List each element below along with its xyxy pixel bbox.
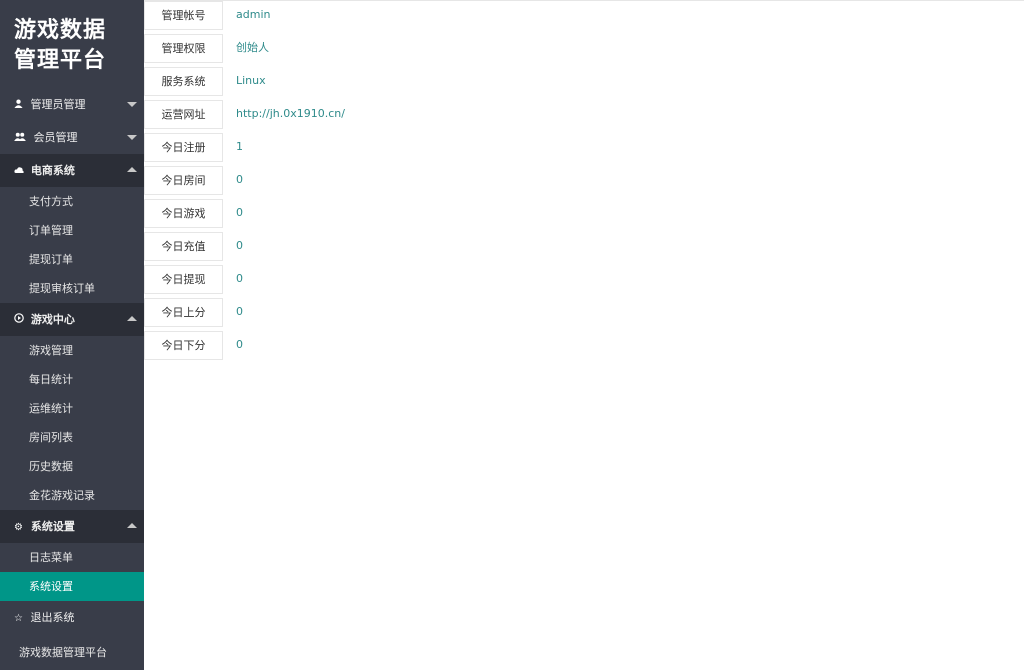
nav-item-payment-methods[interactable]: 支付方式 (0, 187, 144, 216)
info-row-today-credit-up: 今日上分 0 (144, 298, 1024, 331)
info-row-today-credit-down: 今日下分 0 (144, 331, 1024, 364)
info-row-today-recharge: 今日充值 0 (144, 232, 1024, 265)
nav-group-game-center[interactable]: 游戏中心 (0, 303, 144, 336)
nav-group-label: 电商系统 (30, 164, 75, 177)
nav-group-label: 会员管理 (33, 131, 78, 144)
star-icon: ☆ (14, 613, 23, 624)
sidebar-footer: 游戏数据管理平台 (19, 646, 107, 659)
nav-item-ops-stats[interactable]: 运维统计 (0, 394, 144, 423)
info-value: 1 (236, 140, 243, 153)
nav-group-logout[interactable]: ☆ 退出系统 (0, 601, 144, 634)
nav-group-member-management[interactable]: 会员管理 (0, 121, 144, 154)
info-row-server-os: 服务系统 Linux (144, 67, 1024, 100)
nav-item-game-management[interactable]: 游戏管理 (0, 336, 144, 365)
info-value: 0 (236, 338, 243, 351)
info-row-today-withdraw: 今日提现 0 (144, 265, 1024, 298)
info-row-today-registrations: 今日注册 1 (144, 133, 1024, 166)
info-label: 今日游戏 (144, 199, 223, 228)
info-row-admin-account: 管理帐号 admin (144, 1, 1024, 34)
logo-line-2: 管理平台 (14, 48, 107, 73)
info-value: http://jh.0x1910.cn/ (236, 107, 345, 120)
chevron-up-icon (127, 167, 137, 172)
sidebar: 游戏数据 管理平台 管理员管理 会员管理 电商系统 支付方式 订单管理 提现订单… (0, 0, 144, 670)
info-label: 管理权限 (144, 34, 223, 63)
info-value: 0 (236, 206, 243, 219)
nav-group-ecommerce[interactable]: 电商系统 (0, 154, 144, 187)
info-row-today-games: 今日游戏 0 (144, 199, 1024, 232)
info-label: 今日房间 (144, 166, 223, 195)
info-value: Linux (236, 74, 266, 87)
chevron-down-icon (127, 102, 137, 107)
info-label: 今日提现 (144, 265, 223, 294)
info-value: 0 (236, 272, 243, 285)
play-circle-icon (14, 304, 27, 337)
info-table: 管理帐号 admin 管理权限 创始人 服务系统 Linux 运营网址 http… (144, 0, 1024, 364)
nav-group-label: 系统设置 (30, 520, 75, 533)
nav-item-history-data[interactable]: 历史数据 (0, 452, 144, 481)
info-value: 创始人 (236, 41, 269, 54)
nav-group-label: 游戏中心 (30, 313, 75, 326)
logo-line-1: 游戏数据 (14, 18, 107, 43)
users-icon (14, 122, 30, 155)
info-row-admin-permission: 管理权限 创始人 (144, 34, 1024, 67)
chevron-down-icon (127, 135, 137, 140)
nav-item-daily-stats[interactable]: 每日统计 (0, 365, 144, 394)
nav-item-withdraw-review-orders[interactable]: 提现审核订单 (0, 274, 144, 303)
nav-item-order-management[interactable]: 订单管理 (0, 216, 144, 245)
nav-group-label: 退出系统 (30, 611, 75, 624)
chevron-up-icon (127, 316, 137, 321)
nav-item-log-menu[interactable]: 日志菜单 (0, 543, 144, 572)
nav-group-label: 管理员管理 (30, 98, 86, 111)
chevron-up-icon (127, 523, 137, 528)
user-icon (14, 89, 27, 122)
info-label: 管理帐号 (144, 1, 223, 30)
info-label: 今日充值 (144, 232, 223, 261)
info-value: admin (236, 8, 271, 21)
info-value: 0 (236, 305, 243, 318)
info-row-site-url: 运营网址 http://jh.0x1910.cn/ (144, 100, 1024, 133)
info-value: 0 (236, 173, 243, 186)
info-label: 今日注册 (144, 133, 223, 162)
cloud-icon (14, 155, 27, 188)
nav-group-admin-management[interactable]: 管理员管理 (0, 88, 144, 121)
info-label: 运营网址 (144, 100, 223, 129)
nav-item-jinhua-game-records[interactable]: 金花游戏记录 (0, 481, 144, 510)
info-value: 0 (236, 239, 243, 252)
info-label: 今日下分 (144, 331, 223, 360)
info-row-today-rooms: 今日房间 0 (144, 166, 1024, 199)
nav-item-system-settings[interactable]: 系统设置 (0, 572, 144, 601)
nav-item-withdraw-orders[interactable]: 提现订单 (0, 245, 144, 274)
gear-icon: ⚙ (14, 522, 23, 533)
app-logo: 游戏数据 管理平台 (0, 0, 144, 88)
info-label: 服务系统 (144, 67, 223, 96)
nav-item-room-list[interactable]: 房间列表 (0, 423, 144, 452)
info-label: 今日上分 (144, 298, 223, 327)
nav-group-system-settings[interactable]: ⚙ 系统设置 (0, 510, 144, 543)
